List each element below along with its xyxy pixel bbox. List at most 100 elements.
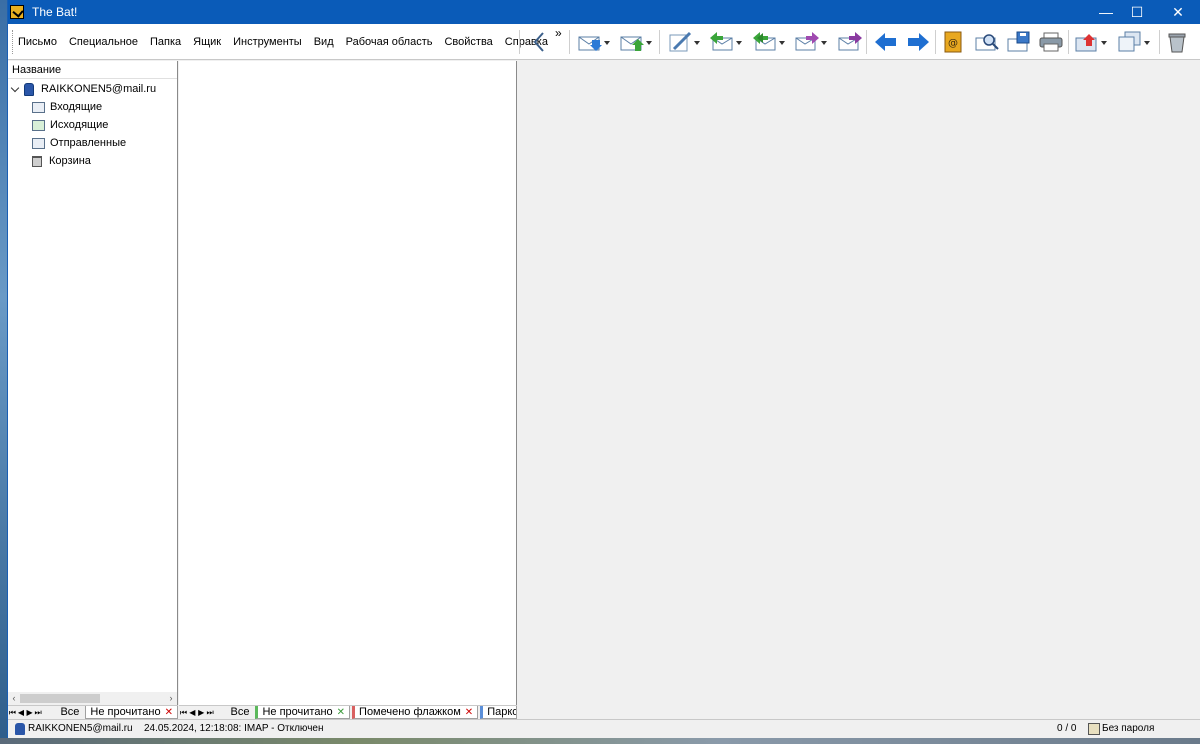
get-mail-icon	[578, 36, 602, 51]
find-button[interactable]	[975, 30, 999, 54]
new-message-icon	[669, 31, 692, 52]
status-counter: 0 / 0	[1057, 723, 1077, 734]
send-mail-button[interactable]	[620, 30, 654, 54]
status-bar: RAIKKONEN5@mail.ru 24.05.2024, 12:18:08:…	[8, 719, 1200, 738]
folder-outbox[interactable]: Исходящие	[32, 117, 110, 134]
trash-folder-icon	[32, 156, 42, 167]
toolbar-separator	[866, 30, 867, 54]
inbox-folder-icon	[32, 102, 45, 113]
message-tab-all[interactable]: Все	[226, 706, 254, 719]
forward-button[interactable]	[795, 30, 829, 54]
next-message-button[interactable]	[906, 30, 930, 54]
copy-to-folder-dropdown[interactable]	[1142, 33, 1152, 51]
menu-letter[interactable]: Письмо	[12, 30, 63, 54]
menu-workspace[interactable]: Рабочая область	[340, 30, 439, 54]
reply-all-button[interactable]	[753, 30, 787, 54]
password-icon	[1088, 723, 1100, 735]
forward-dropdown[interactable]	[819, 33, 829, 51]
tab-next-icon[interactable]: ▶	[197, 708, 206, 717]
toolbar-separator	[519, 30, 520, 54]
previous-message-button[interactable]	[874, 30, 898, 54]
app-bat-icon	[10, 5, 24, 19]
command-area: Письмо Специальное Папка Ящик Инструмент…	[8, 24, 1200, 60]
account-icon	[24, 83, 34, 96]
send-mail-dropdown[interactable]	[644, 33, 654, 51]
folder-filter-tabs: ⏮ ◀ ▶ ⏭ Все Не прочитано ✕	[8, 705, 178, 719]
toolbar-separator	[1068, 30, 1069, 54]
tab-close-icon[interactable]: ✕	[337, 707, 345, 718]
new-message-button[interactable]	[668, 30, 702, 54]
message-tab-unread-label: Не прочитано	[262, 706, 333, 718]
scrollbar-thumb[interactable]	[20, 694, 100, 703]
menu-view[interactable]: Вид	[308, 30, 340, 54]
message-preview-pane[interactable]	[518, 61, 1200, 719]
delete-icon	[1168, 33, 1186, 53]
sent-folder-icon	[32, 138, 45, 149]
close-button[interactable]: ✕	[1155, 0, 1200, 24]
get-mail-dropdown[interactable]	[602, 33, 612, 51]
get-mail-button[interactable]	[578, 30, 612, 54]
redirect-button[interactable]	[838, 30, 862, 54]
menu-special[interactable]: Специальное	[63, 30, 144, 54]
print-icon	[1039, 32, 1063, 52]
account-node[interactable]: RAIKKONEN5@mail.ru	[10, 81, 158, 98]
tab-first-icon[interactable]: ⏮	[179, 708, 188, 718]
folder-tab-unread[interactable]: Не прочитано ✕	[85, 706, 178, 719]
message-tab-unread[interactable]: Не прочитано ✕	[255, 706, 351, 719]
account-label: RAIKKONEN5@mail.ru	[41, 83, 157, 95]
maximize-button[interactable]: ☐	[1114, 0, 1160, 24]
status-account: RAIKKONEN5@mail.ru	[28, 723, 133, 734]
tab-close-icon[interactable]: ✕	[165, 707, 173, 718]
reply-all-icon	[753, 32, 776, 51]
save-button[interactable]	[1007, 30, 1031, 54]
tab-last-icon[interactable]: ⏭	[206, 708, 215, 718]
toolbar-separator	[569, 30, 570, 54]
move-to-folder-dropdown[interactable]	[1099, 33, 1109, 51]
desktop-taskbar-edge	[0, 738, 1200, 744]
folder-horizontal-scrollbar[interactable]: ‹ ›	[8, 692, 177, 705]
menu-folder[interactable]: Папка	[144, 30, 187, 54]
tab-next-icon[interactable]: ▶	[25, 708, 34, 717]
move-to-folder-button[interactable]	[1075, 30, 1109, 54]
move-to-folder-icon	[1075, 34, 1097, 52]
message-tab-parked[interactable]: Парков	[480, 706, 518, 719]
folder-column-header[interactable]: Название	[8, 61, 177, 79]
copy-to-folder-button[interactable]	[1118, 30, 1152, 54]
menu-bar: Письмо Специальное Папка Ящик Инструмент…	[12, 30, 554, 54]
account-icon	[15, 723, 25, 735]
tab-last-icon[interactable]: ⏭	[34, 708, 43, 718]
tab-close-icon[interactable]: ✕	[465, 707, 473, 718]
find-icon	[975, 34, 999, 51]
toolbar-back-button[interactable]	[532, 30, 546, 54]
folder-inbox-label: Входящие	[50, 101, 103, 113]
print-button[interactable]	[1039, 30, 1063, 54]
address-book-button[interactable]: @	[942, 30, 964, 54]
menu-mailbox[interactable]: Ящик	[187, 30, 227, 54]
address-book-icon: @	[944, 31, 962, 53]
menu-properties[interactable]: Свойства	[438, 30, 498, 54]
folder-trash[interactable]: Корзина	[32, 153, 93, 170]
folder-inbox[interactable]: Входящие	[32, 99, 176, 116]
scroll-right-icon[interactable]: ›	[165, 692, 177, 705]
message-list-pane[interactable]: ⏮ ◀ ▶ ⏭ Все Не прочитано ✕ Помечено флажк…	[179, 61, 518, 719]
folder-tab-all[interactable]: Все	[56, 706, 84, 719]
reply-dropdown[interactable]	[734, 33, 744, 51]
toolbar-separator	[935, 30, 936, 54]
toolbar-overflow-chevron[interactable]: »	[555, 26, 562, 40]
back-chevron-icon	[533, 32, 544, 52]
menu-tools[interactable]: Инструменты	[227, 30, 308, 54]
reply-all-dropdown[interactable]	[777, 33, 787, 51]
tab-prev-icon[interactable]: ◀	[17, 708, 26, 717]
title-bar: The Bat! — ☐ ✕	[8, 0, 1200, 24]
folder-sent[interactable]: Отправленные	[32, 135, 128, 152]
forward-icon	[795, 32, 819, 51]
expand-chevron-icon[interactable]	[10, 84, 21, 95]
tab-first-icon[interactable]: ⏮	[8, 708, 17, 718]
reply-button[interactable]	[710, 30, 744, 54]
message-tab-flagged[interactable]: Помечено флажком ✕	[352, 706, 479, 719]
the-bat-window: The Bat! — ☐ ✕ Письмо Специальное Папка …	[7, 0, 1200, 738]
tab-prev-icon[interactable]: ◀	[188, 708, 197, 717]
scroll-left-icon[interactable]: ‹	[8, 692, 20, 705]
new-message-dropdown[interactable]	[692, 33, 702, 51]
delete-button[interactable]	[1167, 30, 1187, 54]
